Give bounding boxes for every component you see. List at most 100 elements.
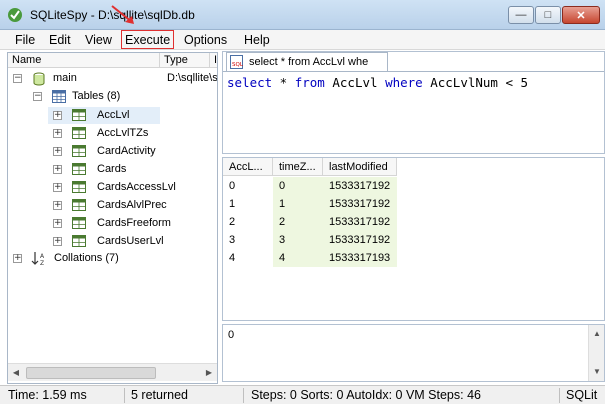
grid-header-cell[interactable]: AccL... bbox=[223, 158, 273, 176]
tree-item-table[interactable]: + CardActivity bbox=[48, 143, 160, 160]
scroll-up-icon[interactable]: ▲ bbox=[589, 325, 605, 343]
maximize-button[interactable]: □ bbox=[535, 6, 561, 24]
grid-cell[interactable]: 0 bbox=[273, 177, 323, 195]
tree-item-table[interactable]: + CardsFreeform bbox=[48, 215, 171, 232]
grid-cell[interactable]: 2 bbox=[223, 213, 273, 231]
collapse-toggle[interactable]: − bbox=[13, 74, 22, 83]
grid-cell[interactable]: 1533317192 bbox=[323, 195, 397, 213]
table-icon bbox=[72, 181, 86, 193]
collapse-toggle[interactable]: − bbox=[33, 92, 42, 101]
table-icon bbox=[72, 217, 86, 229]
tree-item-table[interactable]: + CardsUserLvl bbox=[48, 233, 164, 250]
sql-token: * bbox=[272, 75, 295, 90]
expand-toggle[interactable]: + bbox=[53, 111, 62, 120]
menu-view[interactable]: View bbox=[83, 32, 114, 48]
vertical-scrollbar[interactable]: ▲ ▼ bbox=[588, 325, 604, 381]
tables-folder-icon bbox=[52, 90, 66, 103]
schema-tree-panel: Name Type I − main D:\sqllite\s − Tables… bbox=[7, 52, 218, 384]
minimize-button[interactable]: — bbox=[508, 6, 534, 24]
table-list: + AccLvl + AccLvlTZs + CardActivity + Ca… bbox=[8, 105, 217, 250]
sql-text-area[interactable]: select * from AccLvl where AccLvlNum < 5 bbox=[227, 75, 528, 90]
tree-item-table-label: AccLvlTZs bbox=[97, 127, 149, 139]
menu-execute[interactable]: Execute bbox=[121, 30, 175, 49]
grid-cell[interactable]: 3 bbox=[273, 231, 323, 249]
status-separator bbox=[243, 388, 244, 403]
expand-toggle[interactable]: + bbox=[53, 165, 62, 174]
tree-item-table-label: CardsAlvlPrec bbox=[97, 199, 167, 211]
tree-node-main-label: main bbox=[53, 72, 77, 84]
tree-node-main[interactable]: − main D:\sqllite\s bbox=[8, 70, 217, 87]
tree-item-table-label: CardActivity bbox=[97, 145, 156, 157]
scroll-down-icon[interactable]: ▼ bbox=[589, 363, 605, 381]
grid-cell[interactable]: 4 bbox=[223, 249, 273, 267]
sql-keyword: from bbox=[294, 75, 325, 90]
sql-token: AccLvlNum < 5 bbox=[422, 75, 529, 90]
expand-toggle[interactable]: + bbox=[53, 201, 62, 210]
tree-item-table-label: CardsAccessLvl bbox=[97, 181, 176, 193]
scroll-left-icon[interactable]: ◀ bbox=[8, 364, 24, 382]
sort-az-icon: A Z bbox=[31, 252, 45, 266]
sql-file-icon: SQL bbox=[230, 55, 244, 69]
scrollbar-thumb[interactable] bbox=[26, 367, 156, 379]
tree-item-table[interactable]: + Cards bbox=[48, 161, 160, 178]
expand-toggle[interactable]: + bbox=[53, 147, 62, 156]
status-returned: 5 returned bbox=[131, 388, 188, 402]
grid-cell[interactable]: 1533317192 bbox=[323, 231, 397, 249]
table-icon bbox=[72, 235, 86, 247]
menu-options[interactable]: Options bbox=[182, 32, 229, 48]
tree-node-collations-label: Collations (7) bbox=[54, 252, 119, 264]
expand-toggle[interactable]: + bbox=[53, 237, 62, 246]
grid-header-cell[interactable]: timeZ... bbox=[273, 158, 323, 176]
expand-toggle[interactable]: + bbox=[53, 219, 62, 228]
table-icon bbox=[72, 109, 86, 121]
sql-token: AccLvl bbox=[324, 75, 386, 90]
grid-cell[interactable]: 1533317193 bbox=[323, 249, 397, 267]
menu-help[interactable]: Help bbox=[242, 32, 272, 48]
expand-toggle[interactable]: + bbox=[53, 129, 62, 138]
horizontal-scrollbar[interactable]: ◀ ▶ bbox=[8, 363, 217, 381]
expand-toggle[interactable]: + bbox=[13, 254, 22, 263]
app-icon bbox=[8, 8, 22, 22]
grid-cell[interactable]: 1533317192 bbox=[323, 177, 397, 195]
table-icon bbox=[72, 145, 86, 157]
status-steps: Steps: 0 Sorts: 0 AutoIdx: 0 VM Steps: 4… bbox=[251, 388, 481, 402]
grid-cell[interactable]: 1 bbox=[223, 195, 273, 213]
tree-item-table[interactable]: + AccLvl bbox=[48, 107, 160, 124]
tab-divider bbox=[223, 71, 604, 72]
grid-cell[interactable]: 2 bbox=[273, 213, 323, 231]
grid-cell[interactable]: 0 bbox=[223, 177, 273, 195]
tree-item-table-label: CardsUserLvl bbox=[97, 235, 164, 247]
status-separator bbox=[124, 388, 125, 403]
tree-item-table[interactable]: + CardsAccessLvl bbox=[48, 179, 176, 196]
sql-editor-panel: SQL select * from AccLvl whe select * fr… bbox=[222, 51, 605, 154]
menu-edit[interactable]: Edit bbox=[47, 32, 73, 48]
grid-cell[interactable]: 1 bbox=[273, 195, 323, 213]
grid-header-cell[interactable]: lastModified bbox=[323, 158, 397, 176]
column-header-extra[interactable]: I bbox=[210, 53, 217, 68]
sql-keyword: where bbox=[385, 75, 423, 90]
sql-tab-label: select * from AccLvl whe bbox=[249, 56, 369, 68]
column-header-type[interactable]: Type bbox=[160, 53, 210, 68]
grid-cell[interactable]: 1533317192 bbox=[323, 213, 397, 231]
expand-toggle[interactable]: + bbox=[53, 183, 62, 192]
tree-node-collations[interactable]: + A Z Collations (7) bbox=[8, 250, 217, 267]
table-icon bbox=[72, 163, 86, 175]
svg-text:A: A bbox=[40, 253, 45, 260]
scroll-right-icon[interactable]: ▶ bbox=[201, 364, 217, 382]
tree-node-tables[interactable]: − Tables (8) bbox=[8, 88, 217, 105]
message-panel: 0 ▲ ▼ bbox=[222, 324, 605, 382]
grid-cell[interactable]: 3 bbox=[223, 231, 273, 249]
tree-node-tables-label: Tables (8) bbox=[72, 90, 121, 102]
menu-file[interactable]: File bbox=[13, 32, 37, 48]
tree-item-table-label: Cards bbox=[97, 163, 127, 175]
svg-text:Z: Z bbox=[40, 260, 44, 266]
tree-item-table[interactable]: + AccLvlTZs bbox=[48, 125, 160, 142]
status-separator bbox=[559, 388, 560, 403]
annotation-arrow bbox=[111, 5, 134, 24]
column-header-name[interactable]: Name bbox=[8, 53, 160, 68]
tree-item-table[interactable]: + CardsAlvlPrec bbox=[48, 197, 167, 214]
sql-tab[interactable]: SQL select * from AccLvl whe bbox=[226, 52, 388, 71]
grid-cell[interactable]: 4 bbox=[273, 249, 323, 267]
close-button[interactable]: ✕ bbox=[562, 6, 600, 24]
menu-bar: File Edit View Execute Options Help bbox=[0, 30, 605, 50]
